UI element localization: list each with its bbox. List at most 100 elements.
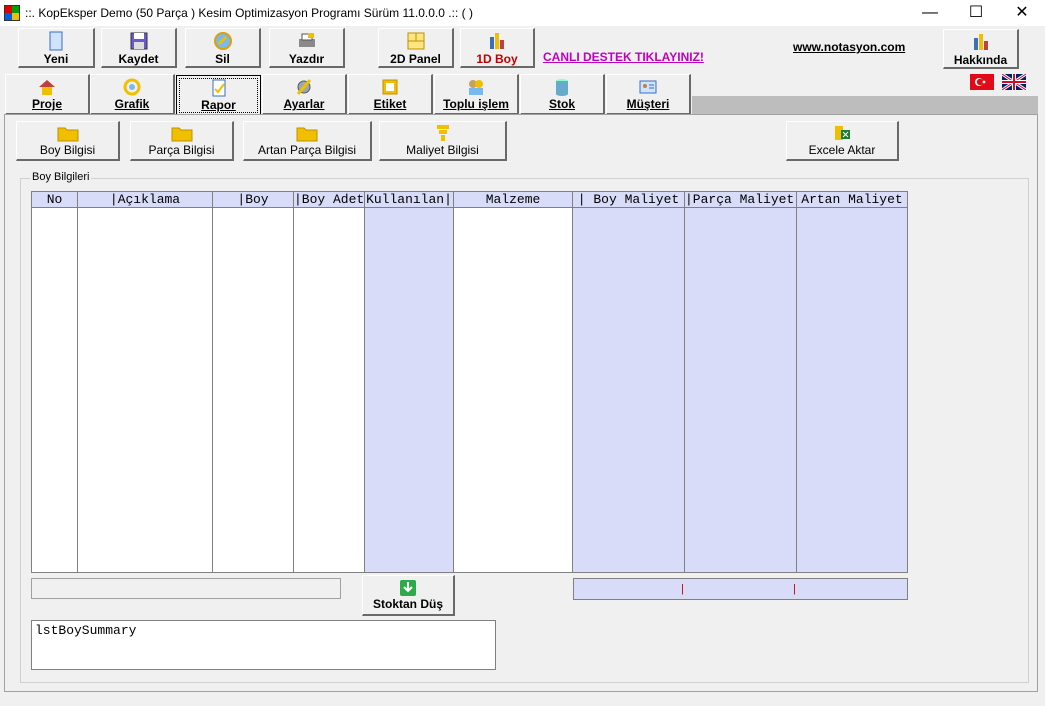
tab-etiket-label: Etiket [373,97,407,111]
settings-icon [296,79,312,95]
totals-separator: | [681,583,684,595]
stock-icon [556,79,568,96]
excel-export-button[interactable]: Excele Aktar [786,121,899,161]
tab-ayarlar-label: Ayarlar [283,97,325,111]
parca-bilgisi-button[interactable]: Parça Bilgisi [130,121,234,161]
column-parca-maliyet: |Parça Maliyet| [685,192,797,572]
batch-icon [469,80,483,95]
parca-bilgisi-label: Parça Bilgisi [148,143,215,157]
tab-rapor-label: Rapor [201,98,236,112]
stoktan-dus-label: Stoktan Düş [372,597,443,611]
tab-musteri-label: Müşteri [626,97,670,111]
column-boy-adet: |Boy Adet| [294,192,365,572]
tab-ayarlar[interactable]: Ayarlar [262,74,347,115]
window-title: ::. KopEksper Demo (50 Parça ) Kesim Opt… [25,6,473,20]
panel-grid-icon [407,32,424,50]
tab-strip-filler [692,96,1038,114]
house-icon [39,80,55,95]
report-icon [212,79,225,97]
customer-icon [639,80,657,94]
column-header[interactable]: |Açıklama [78,192,212,208]
maximize-button[interactable]: ☐ [953,0,999,26]
save-button[interactable]: Kaydet [101,28,177,68]
folder-icon [171,127,192,142]
title-bar: ::. KopEksper Demo (50 Parça ) Kesim Opt… [0,0,1045,26]
column-header[interactable]: | Boy Maliyet [573,192,684,208]
totals-row: | | [573,578,908,600]
delete-label: Sil [215,52,230,66]
artan-parca-bilgisi-label: Artan Parça Bilgisi [257,143,357,157]
column-header[interactable]: Malzeme [454,192,572,208]
panel2d-button[interactable]: 2D Panel [378,28,454,68]
minimize-button[interactable]: — [907,0,953,26]
bars-icon [490,33,504,49]
column-artan-maliyet: Artan Maliyet [797,192,907,572]
about-button[interactable]: Hakkında [943,29,1019,69]
label-icon [382,79,398,95]
artan-parca-bilgisi-button[interactable]: Artan Parça Bilgisi [243,121,372,161]
live-support-link[interactable]: CANLI DESTEK TIKLAYINIZ! [543,50,704,64]
app-window: ::. KopEksper Demo (50 Parça ) Kesim Opt… [0,0,1045,706]
column-boy: |Boy [213,192,294,572]
tab-grafik[interactable]: Grafik [90,74,175,115]
about-bars-icon [973,34,988,50]
column-header[interactable]: Artan Maliyet [797,192,907,208]
download-icon [400,580,416,596]
tab-rapor[interactable]: Rapor [176,75,261,116]
tab-stok-label: Stok [548,97,575,111]
column-header[interactable]: No [32,192,77,208]
tab-musteri[interactable]: Müşteri [606,74,691,115]
website-link[interactable]: www.notasyon.com [793,40,905,54]
boy1d-button[interactable]: 1D Boy [460,28,535,68]
new-label: Yeni [43,52,69,66]
save-label: Kaydet [118,52,159,66]
tab-toplu-islem[interactable]: Toplu işlem [434,74,519,115]
ring-icon [123,78,141,96]
uk-flag-icon[interactable] [1002,74,1026,90]
new-button[interactable]: Yeni [18,28,95,68]
column-no: No [32,192,78,572]
column-header[interactable]: |Boy [213,192,293,208]
boy-summary-list[interactable]: lstBoySummary [31,620,496,670]
excel-export-label: Excele Aktar [808,143,876,157]
column-aciklama: |Açıklama [78,192,213,572]
boy-table[interactable]: No |Açıklama |Boy |Boy Adet| Kullanılan|… [31,191,908,573]
tab-grafik-label: Grafik [114,97,150,111]
folder-icon [296,127,318,142]
print-label: Yazdır [288,52,325,66]
tab-stok[interactable]: Stok [520,74,605,115]
column-header[interactable]: |Boy Adet| [294,192,364,208]
column-boy-maliyet: | Boy Maliyet [573,192,685,572]
folder-icon [57,127,78,142]
turkish-flag-icon[interactable] [970,74,994,90]
group-title: Boy Bilgileri [30,171,92,183]
cost-icon [436,125,449,141]
close-button[interactable]: ✕ [999,0,1045,26]
column-header[interactable]: |Parça Maliyet| [685,192,796,208]
panel2d-label: 2D Panel [390,52,441,66]
progress-box [31,578,341,599]
maliyet-bilgisi-button[interactable]: Maliyet Bilgisi [379,121,507,161]
about-label: Hakkında [953,53,1008,67]
delete-icon [213,32,232,50]
boy-bilgisi-button[interactable]: Boy Bilgisi [16,121,120,161]
stoktan-dus-button[interactable]: Stoktan Düş [362,575,455,616]
tab-proje[interactable]: Proje [5,74,90,115]
column-malzeme: Malzeme [454,192,573,572]
printer-icon [298,33,315,47]
delete-button[interactable]: Sil [185,28,261,68]
excel-icon [835,126,850,140]
tab-proje-label: Proje [31,97,62,111]
new-document-icon [49,31,63,51]
column-header[interactable]: Kullanılan| [365,192,453,208]
totals-separator: | [793,583,796,595]
tab-etiket[interactable]: Etiket [348,74,433,115]
tab-toplu-islem-label: Toplu işlem [443,97,509,111]
column-kullanilan: Kullanılan| [365,192,454,572]
boy-bilgisi-label: Boy Bilgisi [39,143,96,157]
save-icon [130,32,147,50]
maliyet-bilgisi-label: Maliyet Bilgisi [406,143,479,157]
print-button[interactable]: Yazdır [269,28,345,68]
app-icon [4,5,20,21]
boy1d-label: 1D Boy [476,52,518,66]
